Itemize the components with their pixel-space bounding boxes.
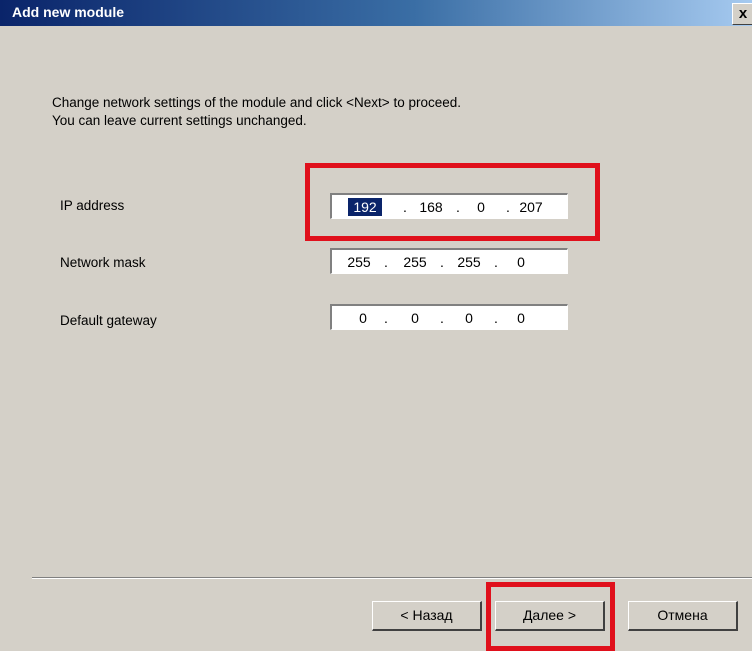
octet-separator: . <box>440 254 444 270</box>
footer-separator <box>32 577 752 579</box>
gateway-octet-3[interactable]: 0 <box>452 309 486 327</box>
instructions-text: Change network settings of the module an… <box>52 94 461 130</box>
back-button[interactable]: < Назад <box>372 601 482 631</box>
title-bar: Add new module x <box>0 0 752 26</box>
close-button[interactable]: x <box>732 3 752 25</box>
network-mask-label: Network mask <box>60 255 146 270</box>
octet-separator: . <box>494 310 498 326</box>
default-gateway-label: Default gateway <box>60 313 157 328</box>
gateway-octet-4[interactable]: 0 <box>504 309 538 327</box>
close-icon: x <box>738 5 748 22</box>
octet-separator: . <box>440 310 444 326</box>
default-gateway-field[interactable]: 0 . 0 . 0 . 0 <box>330 304 568 330</box>
ip-address-label: IP address <box>60 198 125 213</box>
instructions-line-2: You can leave current settings unchanged… <box>52 113 307 128</box>
mask-octet-4[interactable]: 0 <box>504 253 538 271</box>
mask-octet-2[interactable]: 255 <box>398 253 432 271</box>
instructions-line-1: Change network settings of the module an… <box>52 95 461 110</box>
octet-separator: . <box>494 254 498 270</box>
add-module-dialog: Add new module x Change network settings… <box>0 0 752 651</box>
octet-separator: . <box>384 310 388 326</box>
octet-separator: . <box>384 254 388 270</box>
mask-octet-3[interactable]: 255 <box>452 253 486 271</box>
window-title: Add new module <box>12 4 124 20</box>
mask-octet-1[interactable]: 255 <box>342 253 376 271</box>
network-mask-field[interactable]: 255 . 255 . 255 . 0 <box>330 248 568 274</box>
gateway-octet-1[interactable]: 0 <box>346 309 380 327</box>
gateway-octet-2[interactable]: 0 <box>398 309 432 327</box>
next-button-highlight <box>486 582 615 651</box>
cancel-button[interactable]: Отмена <box>628 601 738 631</box>
ip-address-highlight <box>305 163 600 241</box>
